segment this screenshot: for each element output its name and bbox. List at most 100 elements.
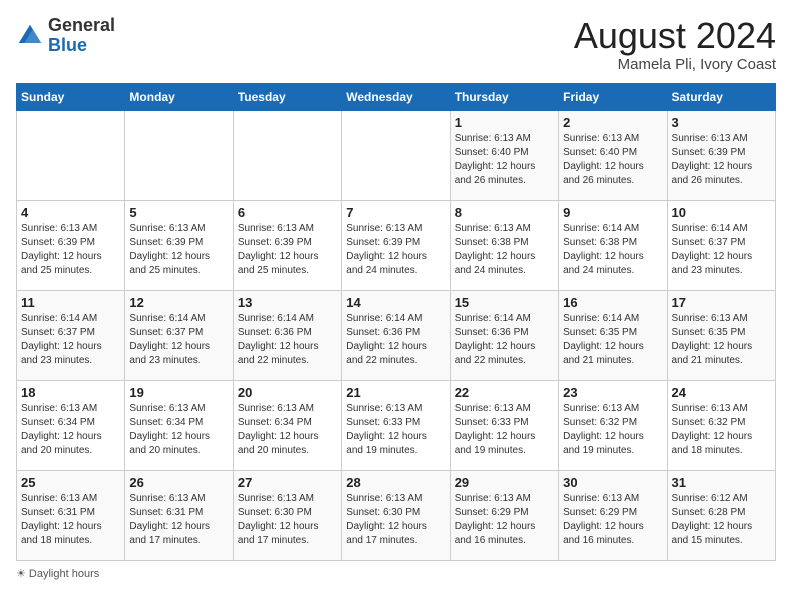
calendar-cell: 24Sunrise: 6:13 AM Sunset: 6:32 PM Dayli… xyxy=(667,380,775,470)
calendar-cell: 1 Sunrise: 6:13 AM Sunset: 6:40 PM Daylig… xyxy=(450,110,558,200)
calendar-cell: 29Sunrise: 6:13 AM Sunset: 6:29 PM Dayli… xyxy=(450,470,558,560)
day-info: Sunrise: 6:13 AM Sunset: 6:34 PM Dayligh… xyxy=(21,402,120,458)
calendar-cell: 2Sunrise: 6:13 AM Sunset: 6:40 PM Daylig… xyxy=(559,110,667,200)
calendar-cell: 19 Sunrise: 6:13 AM Sunset: 6:34 PM Dayli… xyxy=(125,380,233,470)
day-number: 26 xyxy=(129,475,228,490)
day-info: Sunrise: 6:13 AM Sunset: 6:31 PM Dayligh… xyxy=(21,492,120,548)
day-number: 23 xyxy=(563,385,662,400)
calendar-cell: 27 Sunrise: 6:13 AM Sunset: 6:30 PM Dayli… xyxy=(233,470,341,560)
day-info: Sunrise: 6:13 AM Sunset: 6:30 PM Dayligh… xyxy=(238,492,337,548)
logo-icon xyxy=(16,22,44,50)
day-number: 4 xyxy=(21,205,120,220)
title-area: August 2024 Mamela Pli, Ivory Coast xyxy=(574,16,776,73)
day-number: 6 xyxy=(238,205,337,220)
day-number: 20 xyxy=(238,385,337,400)
legend: ☀ Daylight hours xyxy=(16,567,776,580)
weekday-header-wednesday: Wednesday xyxy=(342,83,450,110)
calendar-table: SundayMondayTuesdayWednesdayThursdayFrid… xyxy=(16,83,776,561)
day-info: Sunrise: 6:14 AM Sunset: 6:38 PM Dayligh… xyxy=(563,222,662,278)
calendar-cell: 21 Sunrise: 6:13 AM Sunset: 6:33 PM Dayli… xyxy=(342,380,450,470)
calendar-cell: 28Sunrise: 6:13 AM Sunset: 6:30 PM Dayli… xyxy=(342,470,450,560)
day-number: 27 xyxy=(238,475,337,490)
calendar-week-2: 4 Sunrise: 6:13 AM Sunset: 6:39 PM Daylig… xyxy=(17,200,776,290)
calendar-week-5: 25 Sunrise: 6:13 AM Sunset: 6:31 PM Dayli… xyxy=(17,470,776,560)
calendar-cell: 18 Sunrise: 6:13 AM Sunset: 6:34 PM Dayli… xyxy=(17,380,125,470)
day-info: Sunrise: 6:13 AM Sunset: 6:32 PM Dayligh… xyxy=(563,402,662,458)
day-number: 8 xyxy=(455,205,554,220)
day-info: Sunrise: 6:14 AM Sunset: 6:37 PM Dayligh… xyxy=(672,222,771,278)
day-info: Sunrise: 6:13 AM Sunset: 6:38 PM Dayligh… xyxy=(455,222,554,278)
calendar-cell: 30 Sunrise: 6:13 AM Sunset: 6:29 PM Dayli… xyxy=(559,470,667,560)
day-info: Sunrise: 6:12 AM Sunset: 6:28 PM Dayligh… xyxy=(672,492,771,548)
day-number: 31 xyxy=(672,475,771,490)
page-header: General Blue August 2024 Mamela Pli, Ivo… xyxy=(16,16,776,73)
calendar-cell: 4 Sunrise: 6:13 AM Sunset: 6:39 PM Daylig… xyxy=(17,200,125,290)
day-number: 16 xyxy=(563,295,662,310)
location-subheading: Mamela Pli, Ivory Coast xyxy=(574,56,776,73)
day-info: Sunrise: 6:13 AM Sunset: 6:29 PM Dayligh… xyxy=(455,492,554,548)
day-number: 30 xyxy=(563,475,662,490)
day-info: Sunrise: 6:14 AM Sunset: 6:36 PM Dayligh… xyxy=(346,312,445,368)
calendar-week-3: 11 Sunrise: 6:14 AM Sunset: 6:37 PM Dayli… xyxy=(17,290,776,380)
day-number: 18 xyxy=(21,385,120,400)
day-number: 5 xyxy=(129,205,228,220)
day-number: 11 xyxy=(21,295,120,310)
calendar-week-4: 18 Sunrise: 6:13 AM Sunset: 6:34 PM Dayli… xyxy=(17,380,776,470)
calendar-cell xyxy=(233,110,341,200)
day-info: Sunrise: 6:13 AM Sunset: 6:39 PM Dayligh… xyxy=(21,222,120,278)
weekday-row: SundayMondayTuesdayWednesdayThursdayFrid… xyxy=(17,83,776,110)
day-info: Sunrise: 6:13 AM Sunset: 6:40 PM Dayligh… xyxy=(455,132,554,188)
day-info: Sunrise: 6:13 AM Sunset: 6:34 PM Dayligh… xyxy=(129,402,228,458)
day-number: 21 xyxy=(346,385,445,400)
day-number: 2 xyxy=(563,115,662,130)
day-number: 24 xyxy=(672,385,771,400)
weekday-header-monday: Monday xyxy=(125,83,233,110)
calendar-body: 1 Sunrise: 6:13 AM Sunset: 6:40 PM Daylig… xyxy=(17,110,776,560)
day-number: 19 xyxy=(129,385,228,400)
day-info: Sunrise: 6:14 AM Sunset: 6:37 PM Dayligh… xyxy=(129,312,228,368)
day-number: 25 xyxy=(21,475,120,490)
calendar-cell: 22Sunrise: 6:13 AM Sunset: 6:33 PM Dayli… xyxy=(450,380,558,470)
calendar-cell: 3 Sunrise: 6:13 AM Sunset: 6:39 PM Daylig… xyxy=(667,110,775,200)
calendar-cell: 8 Sunrise: 6:13 AM Sunset: 6:38 PM Daylig… xyxy=(450,200,558,290)
weekday-header-saturday: Saturday xyxy=(667,83,775,110)
calendar-cell xyxy=(125,110,233,200)
day-info: Sunrise: 6:14 AM Sunset: 6:37 PM Dayligh… xyxy=(21,312,120,368)
day-info: Sunrise: 6:13 AM Sunset: 6:39 PM Dayligh… xyxy=(238,222,337,278)
weekday-header-sunday: Sunday xyxy=(17,83,125,110)
day-info: Sunrise: 6:13 AM Sunset: 6:39 PM Dayligh… xyxy=(672,132,771,188)
day-info: Sunrise: 6:13 AM Sunset: 6:39 PM Dayligh… xyxy=(346,222,445,278)
calendar-cell xyxy=(342,110,450,200)
calendar-cell: 15Sunrise: 6:14 AM Sunset: 6:36 PM Dayli… xyxy=(450,290,558,380)
calendar-cell: 10Sunrise: 6:14 AM Sunset: 6:37 PM Dayli… xyxy=(667,200,775,290)
day-number: 9 xyxy=(563,205,662,220)
day-info: Sunrise: 6:13 AM Sunset: 6:34 PM Dayligh… xyxy=(238,402,337,458)
day-info: Sunrise: 6:13 AM Sunset: 6:33 PM Dayligh… xyxy=(346,402,445,458)
day-number: 7 xyxy=(346,205,445,220)
day-number: 22 xyxy=(455,385,554,400)
day-number: 13 xyxy=(238,295,337,310)
calendar-cell: 26 Sunrise: 6:13 AM Sunset: 6:31 PM Dayli… xyxy=(125,470,233,560)
weekday-header-tuesday: Tuesday xyxy=(233,83,341,110)
logo-blue-text: Blue xyxy=(48,35,87,55)
day-info: Sunrise: 6:14 AM Sunset: 6:35 PM Dayligh… xyxy=(563,312,662,368)
calendar-cell: 6 Sunrise: 6:13 AM Sunset: 6:39 PM Daylig… xyxy=(233,200,341,290)
day-number: 28 xyxy=(346,475,445,490)
calendar-cell: 13 Sunrise: 6:14 AM Sunset: 6:36 PM Dayli… xyxy=(233,290,341,380)
day-number: 1 xyxy=(455,115,554,130)
calendar-header: SundayMondayTuesdayWednesdayThursdayFrid… xyxy=(17,83,776,110)
calendar-cell: 16 Sunrise: 6:14 AM Sunset: 6:35 PM Dayli… xyxy=(559,290,667,380)
calendar-cell xyxy=(17,110,125,200)
calendar-cell: 9 Sunrise: 6:14 AM Sunset: 6:38 PM Daylig… xyxy=(559,200,667,290)
day-info: Sunrise: 6:14 AM Sunset: 6:36 PM Dayligh… xyxy=(238,312,337,368)
day-info: Sunrise: 6:13 AM Sunset: 6:31 PM Dayligh… xyxy=(129,492,228,548)
day-info: Sunrise: 6:13 AM Sunset: 6:35 PM Dayligh… xyxy=(672,312,771,368)
calendar-cell: 14 Sunrise: 6:14 AM Sunset: 6:36 PM Dayli… xyxy=(342,290,450,380)
logo-general-text: General xyxy=(48,15,115,35)
day-number: 14 xyxy=(346,295,445,310)
day-number: 15 xyxy=(455,295,554,310)
calendar-cell: 7 Sunrise: 6:13 AM Sunset: 6:39 PM Daylig… xyxy=(342,200,450,290)
calendar-cell: 31 Sunrise: 6:12 AM Sunset: 6:28 PM Dayli… xyxy=(667,470,775,560)
day-number: 3 xyxy=(672,115,771,130)
day-info: Sunrise: 6:13 AM Sunset: 6:29 PM Dayligh… xyxy=(563,492,662,548)
